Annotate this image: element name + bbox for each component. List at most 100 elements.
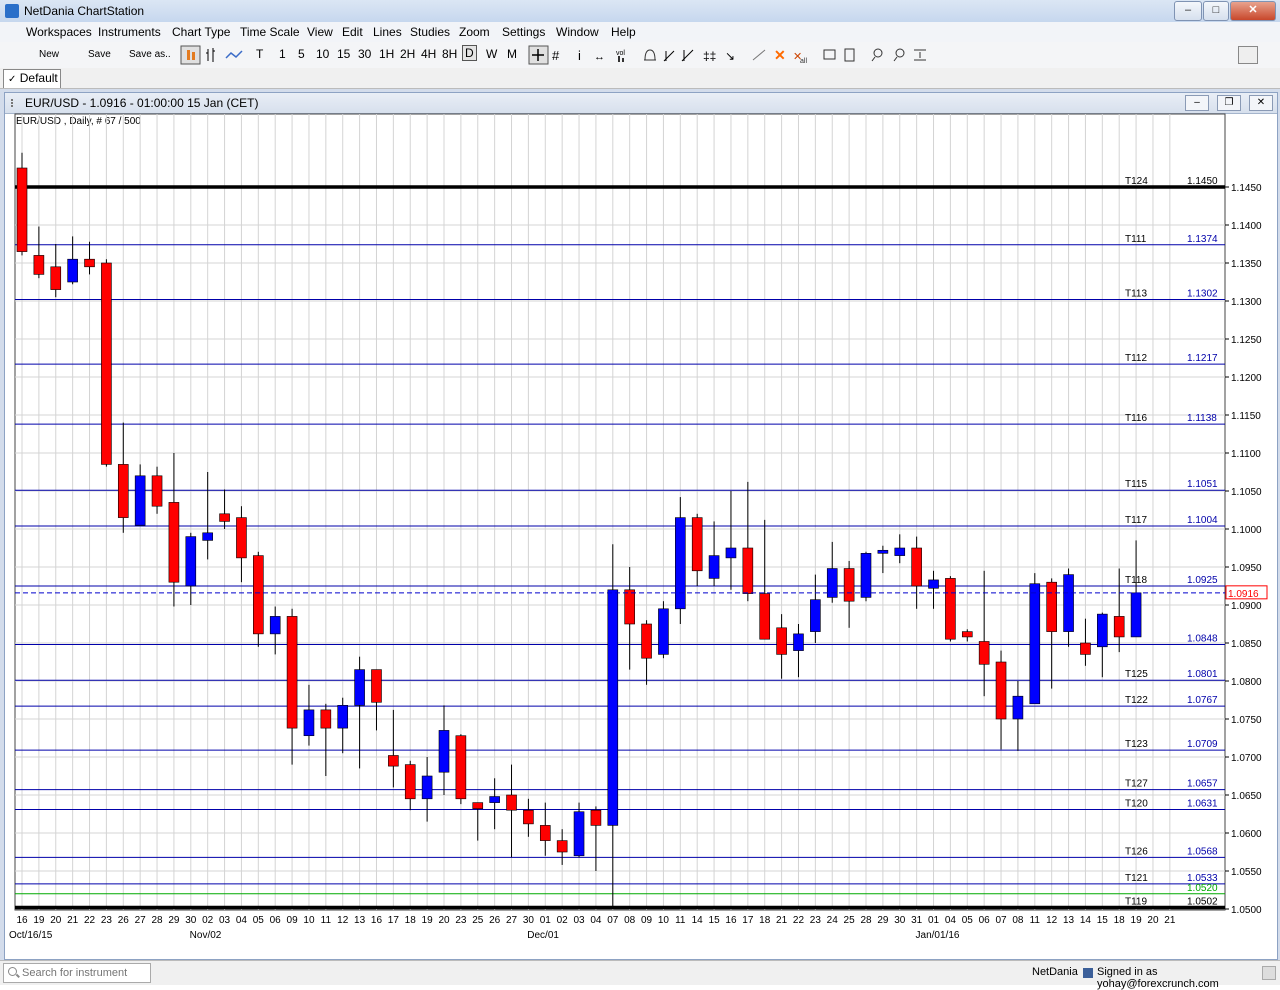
crosshair-icon[interactable] [528,45,549,65]
candle-down [523,809,534,825]
trend-line-value: 1.0709 [1187,739,1218,750]
zoom-out-icon[interactable] [893,48,905,62]
cursor-icon[interactable]: ↘ [725,49,735,63]
tab-default[interactable]: ✓ Default [3,69,61,88]
menu-window[interactable]: Window [556,25,599,39]
x-tick-label: 05 [253,915,265,926]
ray-icon[interactable] [681,49,694,62]
x-tick-label: 05 [962,915,974,926]
search-input[interactable] [20,965,150,981]
candle-down [16,167,28,252]
menu-time-scale[interactable]: Time Scale [240,25,300,39]
timeframe-10[interactable]: 10 [316,47,329,61]
minimize-button[interactable]: – [1174,1,1202,21]
panel-toggle-icon[interactable] [1238,46,1258,64]
menu-instruments[interactable]: Instruments [98,25,161,39]
instrument-search[interactable] [3,963,151,983]
chart-restore-button[interactable]: ❐ [1217,95,1241,111]
x-tick-label: 01 [540,915,552,926]
timeframe-2h[interactable]: 2H [400,47,415,61]
line-chart-icon[interactable] [225,50,243,59]
zoom-in-icon[interactable] [871,48,883,62]
close-button[interactable]: ✕ [1230,1,1276,21]
trend-line-value: 1.1302 [1187,288,1218,299]
menu-studies[interactable]: Studies [410,25,450,39]
x-tick-label: 10 [658,915,670,926]
chart-window: EUR/USD - 1.0916 - 01:00:00 15 Jan (CET)… [4,92,1278,960]
timeframe-tick[interactable]: T [256,47,263,61]
print-icon[interactable] [823,49,836,60]
chart-window-titlebar[interactable]: EUR/USD - 1.0916 - 01:00:00 15 Jan (CET)… [5,93,1277,114]
x-tick-label: 11 [675,915,686,926]
candle-down [101,262,112,465]
menu-zoom[interactable]: Zoom [459,25,490,39]
timeframe-15[interactable]: 15 [337,47,350,61]
candle-down [117,464,129,518]
candle-down [320,709,332,729]
chart-type-icons [180,45,243,65]
x-tick-label: 11 [321,915,332,926]
volume-icon[interactable]: vol [616,50,625,57]
plot-area [14,113,1226,911]
chart-minimize-button[interactable]: – [1185,95,1209,111]
menu-settings[interactable]: Settings [502,25,545,39]
trend-line-label: T125 [1125,669,1148,680]
candle-up [810,599,821,632]
timeframe-1h[interactable]: 1H [379,47,394,61]
menu-bar: Workspaces Instruments Chart Type Time S… [0,22,1280,42]
grid-icon[interactable]: # [552,48,560,63]
menu-edit[interactable]: Edit [342,25,363,39]
fibonacci-icon[interactable]: ‡‡ [703,49,716,63]
save-as-button[interactable]: Save as.. [129,49,171,60]
timeframe-weekly[interactable]: W [486,47,497,61]
save-button[interactable]: Save [88,49,111,60]
candlestick-icon[interactable] [180,45,201,65]
timeframe-4h[interactable]: 4H [421,47,436,61]
search-icon [8,967,17,976]
x-tick-label: 08 [624,915,636,926]
x-tick-label: 20 [50,915,62,926]
x-tick-label: 14 [692,915,704,926]
menu-chart-type[interactable]: Chart Type [172,25,230,39]
candle-up [1063,574,1074,632]
timeframe-8h[interactable]: 8H [442,47,457,61]
menu-view[interactable]: View [307,25,333,39]
x-tick-label: 27 [506,915,518,926]
chart-close-button[interactable]: ✕ [1249,95,1273,111]
tab-label: Default [19,71,58,85]
resize-grip-icon[interactable] [1262,966,1276,980]
bell-icon[interactable] [644,49,656,61]
x-tick-label: 28 [860,915,872,926]
timeframe-1[interactable]: 1 [279,47,286,61]
price-chart[interactable]: EUR/USD , Daily, # 67 / 500 1.0500 1.0550… [5,113,1277,957]
new-button[interactable]: New [39,49,59,60]
y-tick-label: 1.0700 [1231,753,1262,764]
y-tick-label: 1.0900 [1231,601,1262,612]
timeframe-30[interactable]: 30 [358,47,371,61]
timeframe-daily[interactable]: D [462,45,477,61]
trend-line-label: T127 [1125,779,1148,790]
delete-icon[interactable]: ✕ [774,47,786,63]
ohlc-bar-icon[interactable] [206,48,215,62]
toolbar: New Save Save as.. T 1 5 10 15 30 1H 2H … [0,42,1280,69]
app-title: NetDania ChartStation [24,4,145,18]
x-tick-label: 17 [388,915,400,926]
candle-up [438,730,450,773]
trendline-icon[interactable] [663,50,675,62]
x-tick-label: 25 [844,915,856,926]
info-icon[interactable]: i [578,48,581,63]
candle-down [219,513,230,522]
trend-line-label: T123 [1125,739,1148,750]
timeframe-monthly[interactable]: M [507,47,517,61]
print-preview-icon[interactable] [844,48,855,62]
menu-help[interactable]: Help [611,25,636,39]
drag-handle-icon[interactable] [11,99,19,107]
menu-workspaces[interactable]: Workspaces [26,25,92,39]
timeframe-5[interactable]: 5 [298,47,305,61]
scroll-arrows-icon[interactable]: ↔ [594,51,605,63]
pen-icon[interactable] [752,49,766,61]
maximize-button[interactable]: □ [1203,1,1229,21]
candle-down [556,840,568,853]
menu-lines[interactable]: Lines [373,25,402,39]
zoom-fit-icon[interactable] [914,49,926,61]
